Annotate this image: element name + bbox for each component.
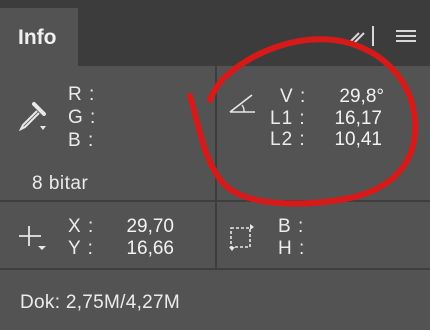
angle-l1-label: L1 : [270, 108, 306, 129]
green-label: G : [68, 107, 97, 128]
panel-menu-icon[interactable] [396, 30, 416, 44]
eyedropper-icon[interactable] [16, 98, 50, 134]
angle-v-label: V : [280, 86, 307, 107]
angle-l2-value: 10,41 [334, 129, 382, 150]
position-x-label: X : [68, 216, 95, 237]
angle-v-value: 29,8° [339, 86, 384, 107]
angle-l1-value: 16,17 [334, 108, 382, 129]
angle-icon [229, 94, 255, 113]
divider-horizontal-2 [0, 268, 430, 270]
document-size-status: Dok: 2,75M/4,27M [20, 292, 181, 313]
position-x-value: 29,70 [126, 216, 174, 237]
collapse-icon[interactable] [346, 26, 376, 46]
size-width-label: B : [278, 216, 305, 237]
size-height-label: H : [278, 238, 306, 259]
crosshair-icon[interactable] [16, 222, 50, 256]
angle-l2-label: L2 : [270, 129, 306, 150]
tab-info[interactable]: Info [0, 8, 78, 66]
bit-depth-label: 8 bitar [32, 173, 89, 194]
position-y-label: Y : [68, 238, 94, 259]
position-y-value: 16,66 [126, 238, 174, 259]
divider-vertical-bottom [215, 202, 217, 268]
marquee-icon [229, 224, 254, 251]
divider-vertical-top [215, 66, 217, 200]
red-label: R : [68, 84, 96, 105]
blue-label: B : [68, 130, 95, 151]
